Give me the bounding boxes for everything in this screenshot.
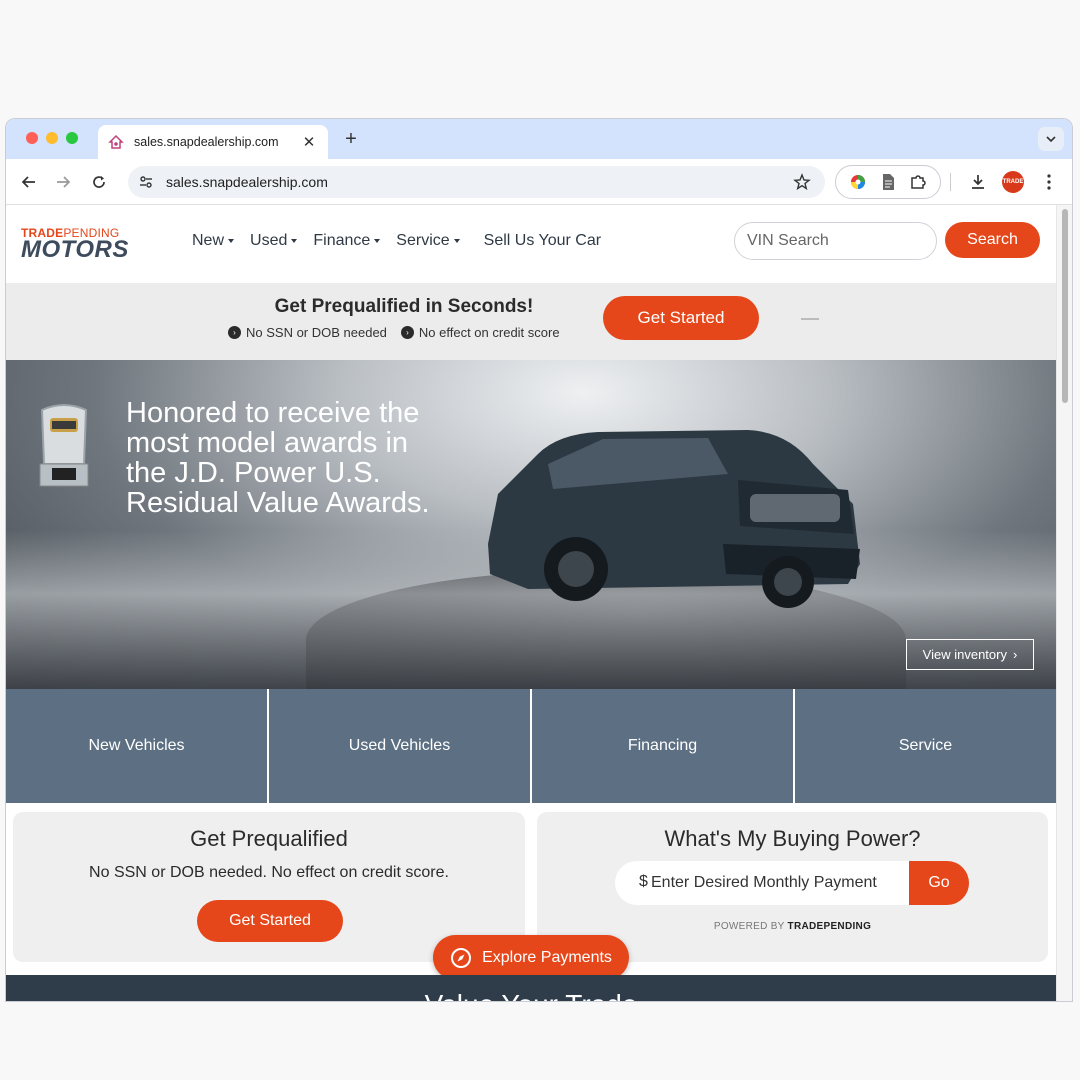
caret-down-icon bbox=[374, 239, 381, 243]
tile-financing[interactable]: Financing bbox=[532, 689, 793, 803]
extensions-group bbox=[835, 165, 941, 199]
go-button[interactable]: Go bbox=[909, 861, 969, 905]
maximize-window-button[interactable] bbox=[66, 132, 78, 144]
reload-button[interactable] bbox=[88, 171, 110, 193]
address-bar[interactable]: sales.snapdealership.com bbox=[128, 166, 825, 198]
view-inventory-button[interactable]: View inventory › bbox=[906, 639, 1034, 670]
download-icon bbox=[972, 175, 984, 189]
category-tiles: New Vehicles Used Vehicles Financing Ser… bbox=[6, 689, 1056, 803]
puzzle-extensions-icon[interactable] bbox=[909, 173, 927, 191]
browser-toolbar: sales.snapdealership.com TRADE bbox=[6, 159, 1072, 205]
vin-search-input[interactable] bbox=[734, 222, 937, 260]
powered-by-label: POWERED BY TRADEPENDING bbox=[713, 921, 872, 932]
window-controls bbox=[26, 132, 78, 144]
color-wheel-extension-icon[interactable] bbox=[849, 173, 867, 191]
search-button[interactable]: Search bbox=[945, 222, 1040, 258]
main-nav: New Used Finance Service Sell Us Your Ca… bbox=[192, 232, 601, 250]
more-vertical-icon bbox=[1047, 174, 1051, 190]
tab-title: sales.snapdealership.com bbox=[134, 135, 279, 149]
document-icon[interactable] bbox=[880, 173, 896, 191]
compass-icon bbox=[451, 947, 472, 968]
bookmark-star-icon[interactable] bbox=[793, 173, 811, 191]
get-started-banner-button[interactable]: Get Started bbox=[603, 296, 759, 340]
tile-service[interactable]: Service bbox=[795, 689, 1056, 803]
chevron-circle-icon: › bbox=[228, 326, 241, 339]
page-scrollbar[interactable] bbox=[1056, 205, 1072, 1001]
browser-menu-button[interactable] bbox=[1038, 171, 1060, 193]
prequal-point: › No effect on credit score bbox=[400, 325, 560, 340]
chevron-down-icon bbox=[1046, 136, 1056, 142]
prequal-points: › No SSN or DOB needed › No effect on cred… bbox=[228, 325, 560, 340]
prequal-point: › No SSN or DOB needed bbox=[228, 325, 387, 340]
dollar-sign: $ bbox=[639, 873, 648, 890]
page-viewport: TRADEPENDING MOTORS New Used Finance Ser… bbox=[6, 205, 1056, 1001]
payment-form: $ Go bbox=[615, 861, 969, 905]
value-your-trade-section: Value Your Trade bbox=[6, 975, 1056, 1001]
explore-payments-button[interactable]: Explore Payments bbox=[433, 935, 629, 980]
nav-sell-us-your-car[interactable]: Sell Us Your Car bbox=[484, 232, 601, 250]
site-settings-icon[interactable] bbox=[138, 174, 154, 190]
favicon-icon bbox=[108, 134, 124, 149]
prequal-card-title: Get Prequalified bbox=[190, 826, 348, 851]
hero-headline: Honored to receive the most model awards… bbox=[126, 397, 430, 519]
minimize-window-button[interactable] bbox=[46, 132, 58, 144]
address-url: sales.snapdealership.com bbox=[166, 174, 328, 190]
new-tab-button[interactable]: + bbox=[339, 127, 363, 151]
banner-divider bbox=[801, 318, 819, 320]
logo-bottom-text: MOTORS bbox=[21, 236, 129, 263]
suv-image bbox=[488, 430, 860, 608]
reload-icon bbox=[93, 176, 105, 188]
prequal-banner: Get Prequalified in Seconds! › No SSN or … bbox=[6, 283, 1056, 360]
monthly-payment-input[interactable] bbox=[615, 861, 915, 905]
back-button[interactable] bbox=[18, 171, 40, 193]
nav-service[interactable]: Service bbox=[396, 232, 460, 250]
get-started-card-button[interactable]: Get Started bbox=[197, 900, 343, 942]
nav-new[interactable]: New bbox=[192, 232, 235, 250]
buying-power-title: What's My Buying Power? bbox=[664, 826, 921, 851]
downloads-button[interactable] bbox=[967, 171, 989, 193]
hero-banner[interactable]: Honored to receive the most model awards… bbox=[6, 360, 1056, 689]
nav-finance[interactable]: Finance bbox=[313, 232, 381, 250]
browser-tab[interactable]: sales.snapdealership.com ✕ bbox=[98, 125, 328, 159]
nav-used[interactable]: Used bbox=[250, 232, 298, 250]
tab-strip: sales.snapdealership.com ✕ + bbox=[6, 119, 1072, 159]
profile-avatar[interactable]: TRADE bbox=[1002, 171, 1024, 193]
dealer-logo[interactable]: TRADEPENDING MOTORS bbox=[21, 227, 129, 262]
close-tab-icon[interactable]: ✕ bbox=[300, 133, 318, 151]
scrollbar-thumb[interactable] bbox=[1062, 209, 1068, 403]
site-header: TRADEPENDING MOTORS New Used Finance Ser… bbox=[6, 205, 1056, 283]
forward-arrow-icon bbox=[57, 176, 71, 188]
prequal-card-subtitle: No SSN or DOB needed. No effect on credi… bbox=[89, 864, 449, 881]
browser-window: sales.snapdealership.com ✕ + sales.snapd… bbox=[6, 119, 1072, 1001]
forward-button[interactable] bbox=[52, 171, 74, 193]
caret-down-icon bbox=[228, 239, 235, 243]
chevron-right-icon: › bbox=[1012, 647, 1018, 662]
tile-new-vehicles[interactable]: New Vehicles bbox=[6, 689, 267, 803]
caret-down-icon bbox=[291, 239, 298, 243]
caret-down-icon bbox=[453, 239, 460, 243]
back-arrow-icon bbox=[21, 176, 35, 188]
toolbar-separator bbox=[950, 173, 951, 191]
value-your-trade-title: Value Your Trade bbox=[6, 989, 1056, 1001]
award-trophy-icon bbox=[39, 404, 89, 487]
tab-search-button[interactable] bbox=[1038, 127, 1064, 151]
tile-used-vehicles[interactable]: Used Vehicles bbox=[269, 689, 530, 803]
chevron-circle-icon: › bbox=[400, 326, 414, 339]
close-window-button[interactable] bbox=[26, 132, 38, 144]
